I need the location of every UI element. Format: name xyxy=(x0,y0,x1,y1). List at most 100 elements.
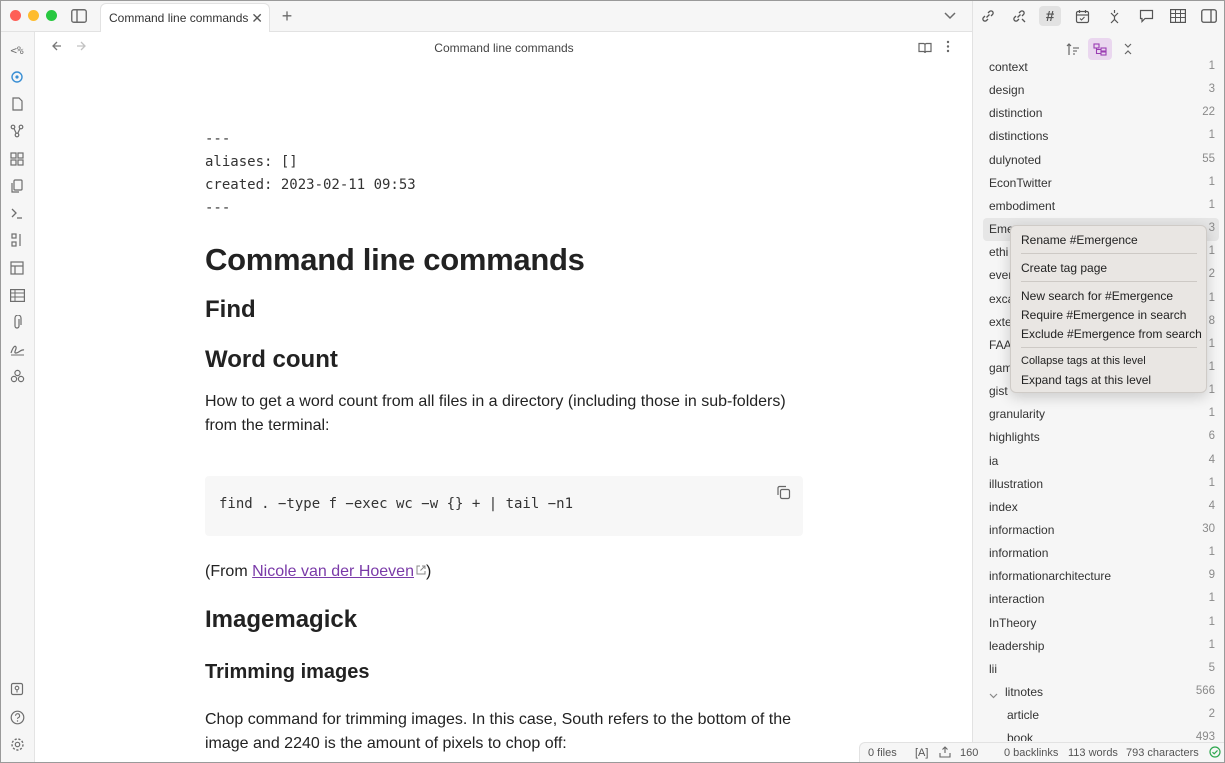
tag-row[interactable]: information 1 xyxy=(983,542,1219,565)
tag-row[interactable]: highlights 6 xyxy=(983,426,1219,449)
view-header-title[interactable]: Command line commands xyxy=(36,41,972,55)
vault-switcher-icon[interactable] xyxy=(7,679,27,699)
status-count[interactable]: 160 xyxy=(960,747,978,759)
heading-trimming-images[interactable]: Trimming images xyxy=(205,661,370,684)
tag-row[interactable]: EconTwitter 1 xyxy=(983,172,1219,195)
tag-row[interactable]: lii 5 xyxy=(983,658,1219,681)
tag-row[interactable]: book 493 xyxy=(983,727,1219,741)
tag-count: 5 xyxy=(1208,661,1215,674)
tab-command-line-commands[interactable]: Command line commands ✕ xyxy=(100,3,270,32)
tag-name: article xyxy=(1007,708,1040,723)
plugins-icon[interactable] xyxy=(7,366,27,386)
copy-files-icon[interactable] xyxy=(7,176,27,196)
heading-find[interactable]: Find xyxy=(205,296,805,324)
status-files[interactable]: 0 files xyxy=(868,747,897,759)
tag-row[interactable]: distinctions 1 xyxy=(983,125,1219,148)
tag-row[interactable]: illustration 1 xyxy=(983,473,1219,496)
minimize-window-button[interactable] xyxy=(28,10,39,21)
tag-row[interactable]: informaction 30 xyxy=(983,519,1219,542)
table-view-icon[interactable] xyxy=(1167,6,1189,26)
graph-view-icon[interactable] xyxy=(7,121,27,141)
tag-name: illustration xyxy=(989,476,1044,491)
menu-require-in-search[interactable]: Require #Emergence in search xyxy=(1021,308,1186,322)
source-prefix: (From xyxy=(205,563,253,580)
canvas-icon[interactable] xyxy=(7,149,27,169)
tag-row[interactable]: dulynoted 55 xyxy=(983,149,1219,172)
note-heading-1[interactable]: Command line commands xyxy=(205,242,805,278)
menu-expand-tags[interactable]: Expand tags at this level xyxy=(1021,373,1151,387)
tag-count: 1 xyxy=(1208,198,1215,211)
tag-row[interactable]: article 2 xyxy=(983,704,1219,727)
tag-row[interactable]: context 1 xyxy=(983,59,1219,79)
more-options-icon[interactable] xyxy=(946,40,950,53)
tag-name: distinctions xyxy=(989,129,1049,144)
terminal-icon[interactable] xyxy=(7,203,27,223)
comment-icon[interactable] xyxy=(1135,6,1157,26)
sync-upload-icon[interactable] xyxy=(939,746,951,761)
heading-word-count[interactable]: Word count xyxy=(205,346,805,374)
heading-imagemagick[interactable]: Imagemagick xyxy=(205,606,357,634)
nested-tags-icon[interactable] xyxy=(1088,38,1112,60)
tag-row[interactable]: distinction 22 xyxy=(983,102,1219,125)
chevron-down-icon[interactable] xyxy=(942,9,958,23)
external-link-icon[interactable] xyxy=(416,559,426,583)
frontmatter-dashes-top[interactable]: --- xyxy=(205,128,805,151)
layout-icon[interactable] xyxy=(7,258,27,278)
code-block-text[interactable]: find . −type f −exec wc −w {} + | tail −… xyxy=(219,496,573,512)
tag-row[interactable]: informationarchitecture 9 xyxy=(983,565,1219,588)
templater-icon[interactable]: <% xyxy=(7,40,27,60)
local-graph-icon[interactable] xyxy=(1103,6,1125,26)
frontmatter-dashes-bottom[interactable]: --- xyxy=(205,197,805,220)
menu-exclude-from-search[interactable]: Exclude #Emergence from search xyxy=(1021,327,1202,341)
collapse-all-icon[interactable] xyxy=(1116,38,1140,60)
sort-tags-icon[interactable] xyxy=(1061,38,1085,60)
tag-name: leadership xyxy=(989,638,1045,653)
settings-gear-icon[interactable] xyxy=(7,734,27,754)
tag-row[interactable]: litnotes 566 xyxy=(983,681,1219,704)
tag-row[interactable]: embodiment 1 xyxy=(983,195,1219,218)
tag-row[interactable]: leadership 1 xyxy=(983,635,1219,658)
tag-row[interactable]: InTheory 1 xyxy=(983,612,1219,635)
status-character-count[interactable]: 793 characters xyxy=(1126,747,1199,759)
backlinks-icon[interactable] xyxy=(977,6,999,26)
source-link[interactable]: Nicole van der Hoeven xyxy=(252,563,414,580)
tag-row[interactable]: interaction 1 xyxy=(983,588,1219,611)
copy-code-icon[interactable] xyxy=(776,485,791,505)
paperclip-icon[interactable] xyxy=(7,312,27,332)
menu-create-tag-page[interactable]: Create tag page xyxy=(1021,261,1107,275)
sidebar-toggle-icon[interactable] xyxy=(69,7,89,25)
close-window-button[interactable] xyxy=(10,10,21,21)
calendar-icon[interactable] xyxy=(1071,6,1093,26)
help-icon[interactable] xyxy=(7,707,27,727)
outgoing-links-icon[interactable] xyxy=(1008,6,1030,26)
reading-view-book-icon[interactable] xyxy=(918,41,932,57)
tag-count: 30 xyxy=(1202,523,1215,535)
new-tab-icon[interactable]: + xyxy=(279,6,295,26)
tab-close-icon[interactable]: ✕ xyxy=(251,10,263,27)
frontmatter-aliases[interactable]: aliases: [] xyxy=(205,151,805,174)
chevron-down-icon[interactable] xyxy=(989,688,998,702)
paragraph-trimming[interactable]: Chop command for trimming images. In thi… xyxy=(205,708,805,756)
tag-row[interactable]: index 4 xyxy=(983,496,1219,519)
status-backlinks[interactable]: 0 backlinks xyxy=(1004,747,1058,759)
signature-icon[interactable] xyxy=(7,339,27,359)
sync-status-check-icon[interactable] xyxy=(1209,746,1221,761)
tag-row[interactable]: ia 4 xyxy=(983,450,1219,473)
tag-row[interactable]: granularity 1 xyxy=(983,403,1219,426)
paragraph-word-count[interactable]: How to get a word count from all files i… xyxy=(205,390,805,438)
tags-hash-icon[interactable]: # xyxy=(1039,6,1061,26)
status-word-count[interactable]: 113 words xyxy=(1068,747,1118,759)
code-block[interactable]: find . −type f −exec wc −w {} + | tail −… xyxy=(205,476,803,536)
tag-row[interactable]: design 3 xyxy=(983,79,1219,102)
sort-icon[interactable] xyxy=(7,230,27,250)
menu-rename-tag[interactable]: Rename #Emergence xyxy=(1021,233,1138,247)
menu-collapse-tags[interactable]: Collapse tags at this level xyxy=(1021,355,1146,367)
frontmatter-created[interactable]: created: 2023-02-11 09:53 xyxy=(205,174,805,197)
right-sidebar-toggle-icon[interactable] xyxy=(1198,6,1220,26)
link-icon[interactable] xyxy=(7,67,27,87)
menu-new-search[interactable]: New search for #Emergence xyxy=(1021,289,1173,303)
zoom-window-button[interactable] xyxy=(46,10,57,21)
table-icon[interactable] xyxy=(7,285,27,305)
file-switch-icon[interactable] xyxy=(7,94,27,114)
status-a-indicator[interactable]: [A] xyxy=(915,747,928,759)
